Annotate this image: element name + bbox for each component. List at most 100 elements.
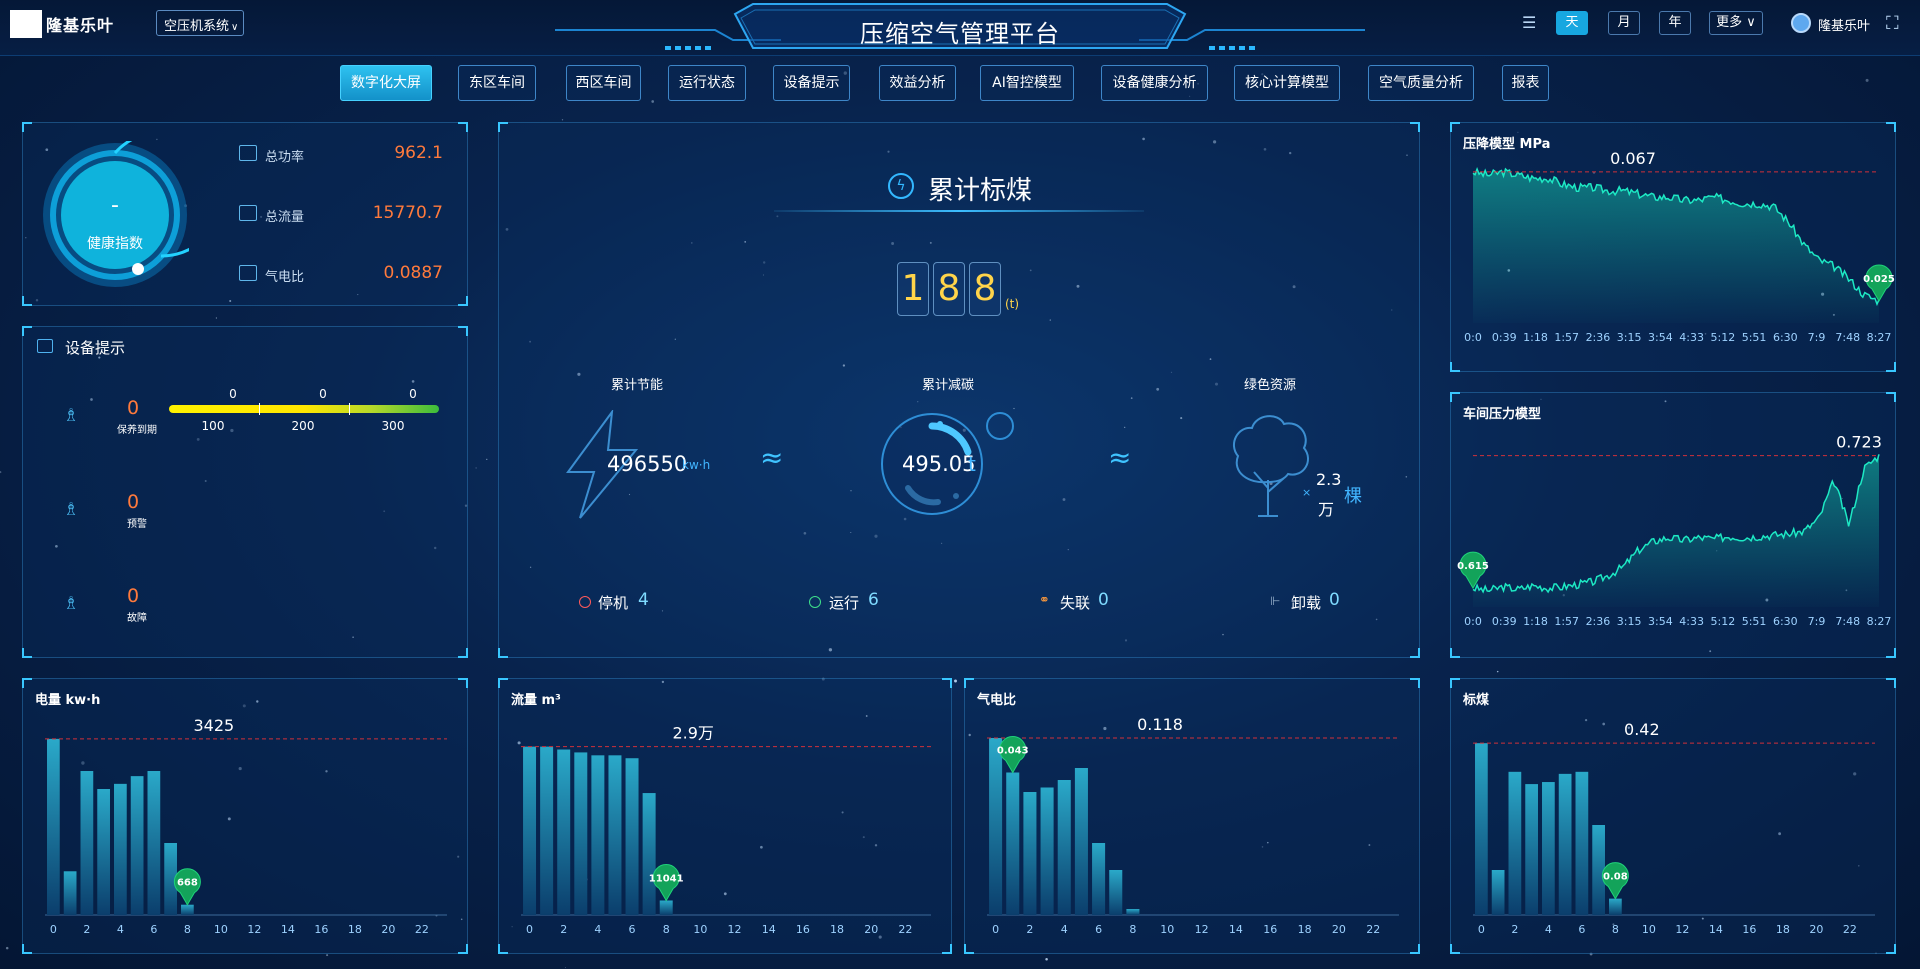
center-title: 累计标煤 xyxy=(928,176,1033,206)
status-run-value: 6 xyxy=(868,590,879,610)
x-tick-label: 2 xyxy=(1026,923,1033,936)
x-tick-label: 16 xyxy=(796,923,810,936)
coal-digit: 1 xyxy=(897,262,929,316)
nav-item[interactable]: 设备提示 xyxy=(773,65,850,101)
x-tick-label: 0:39 xyxy=(1492,615,1517,628)
x-tick-label: 22 xyxy=(1843,923,1857,936)
green-resource-unit: 棵 xyxy=(1344,486,1362,507)
system-select[interactable]: 空压机系统 ∨ xyxy=(156,10,244,36)
energy-icon: ϟ xyxy=(888,173,914,199)
x-tick-label: 7:48 xyxy=(1835,331,1860,344)
period-year-button[interactable]: 年 xyxy=(1659,11,1691,35)
x-tick-label: 8 xyxy=(1129,923,1136,936)
nav-item[interactable]: 运行状态 xyxy=(668,65,746,101)
scale-divider xyxy=(349,403,350,415)
x-tick-label: 22 xyxy=(1366,923,1380,936)
fault-label: 故障 xyxy=(127,613,147,624)
scale-divider xyxy=(259,403,260,415)
x-tick-label: 4 xyxy=(594,923,601,936)
bar xyxy=(1074,768,1088,915)
unload-icon: ⊩ xyxy=(1270,594,1281,608)
hint-title: 设备提示 xyxy=(65,339,126,357)
health-panel: - 健康指数 总功率 962.1 总流量 15770.7 气电比 0.0887 xyxy=(22,122,468,306)
bar xyxy=(1491,870,1505,915)
x-tick-label: 0:0 xyxy=(1464,331,1482,344)
kpi-value-flow: 15770.7 xyxy=(372,203,443,223)
stop-icon xyxy=(579,596,591,608)
x-tick-label: 4 xyxy=(1061,923,1068,936)
flow-panel: 流量 m³ 2.9万 0 2 4 6 8 10 12 14 16 18 20 22 11041 xyxy=(498,678,952,954)
x-tick-label: 4 xyxy=(117,923,124,936)
series-area xyxy=(1473,169,1879,323)
warning-count: 0 xyxy=(127,491,140,513)
bar xyxy=(608,755,622,915)
x-tick-label: 2 xyxy=(560,923,567,936)
max-value-label: 0.723 xyxy=(1836,433,1882,452)
maintenance-label: 保养到期 xyxy=(117,425,157,436)
bar xyxy=(1126,909,1140,915)
pressure-drop-chart: 0.067 0:0 0:39 1:18 1:57 2:36 3:15 3:54 4:33 5:12… xyxy=(1464,149,1895,344)
list-menu-icon[interactable]: ☰ xyxy=(1522,13,1536,32)
x-tick-label: 5:51 xyxy=(1742,615,1767,628)
x-tick-label: 1:18 xyxy=(1523,331,1548,344)
x-tick-label: 2 xyxy=(1511,923,1518,936)
fullscreen-icon[interactable]: ⛶ xyxy=(1886,13,1899,34)
x-tick-label: 3:54 xyxy=(1648,615,1673,628)
flow-icon xyxy=(239,205,257,221)
bar-pin-label: 0.043 xyxy=(997,746,1029,757)
nav-item[interactable]: AI智控模型 xyxy=(980,65,1074,101)
bar xyxy=(1475,743,1488,915)
nav-item[interactable]: 西区车间 xyxy=(566,65,641,101)
nav-item[interactable]: 核心计算模型 xyxy=(1234,65,1340,101)
x-tick-label: 18 xyxy=(1776,923,1790,936)
kpi-label-power: 总功率 xyxy=(265,150,305,165)
kpi-label-flow: 总流量 xyxy=(265,210,305,225)
bar xyxy=(97,789,110,915)
nav-item[interactable]: 效益分析 xyxy=(879,65,956,101)
pressure-drop-panel: 压降模型 MPa 0.067 0:0 0:39 1:18 1:57 2:36 3:15 3:5… xyxy=(1450,122,1896,372)
x-tick-label: 6 xyxy=(1578,923,1585,936)
period-day-button[interactable]: 天 xyxy=(1556,11,1588,35)
nav-item[interactable]: 空气质量分析 xyxy=(1368,65,1474,101)
user-avatar[interactable] xyxy=(1791,13,1811,33)
status-run-label: 运行 xyxy=(829,594,860,612)
status-unload-value: 0 xyxy=(1329,590,1340,610)
period-more-button[interactable]: 更多 ∨ xyxy=(1709,11,1763,35)
nav-item[interactable]: 数字化大屏 xyxy=(340,65,432,101)
ratio-icon xyxy=(239,265,257,281)
approx-symbol: ≈ xyxy=(760,441,784,474)
coal-digit: 8 xyxy=(969,262,1001,316)
x-tick-label: 12 xyxy=(247,923,261,936)
title-underline xyxy=(774,210,1144,212)
nav-item[interactable]: 报表 xyxy=(1502,65,1549,101)
bar xyxy=(591,755,605,915)
play-icon xyxy=(809,596,821,608)
x-tick-label: 1:57 xyxy=(1554,615,1579,628)
coal-digit: 8 xyxy=(933,262,965,316)
electricity-bar-chart: 3425 0 2 4 6 8 10 12 14 16 18 20 22 668 xyxy=(45,716,447,936)
x-tick-label: 6 xyxy=(1095,923,1102,936)
x-tick-label: 8 xyxy=(184,923,191,936)
x-tick-label: 12 xyxy=(728,923,742,936)
star xyxy=(561,119,564,121)
star xyxy=(954,679,957,683)
bar xyxy=(642,793,656,915)
x-tick-label: 0 xyxy=(992,923,999,936)
max-value-label: 0.067 xyxy=(1610,149,1656,168)
star xyxy=(475,467,477,469)
bar xyxy=(47,738,60,915)
nav-item[interactable]: 东区车间 xyxy=(458,65,536,101)
series-area xyxy=(1473,454,1879,607)
green-resource-value: 2.3 xyxy=(1316,470,1342,489)
user-name[interactable]: 隆基乐叶 xyxy=(1818,15,1870,34)
x-tick-label: 6 xyxy=(629,923,636,936)
max-value-label: 0.118 xyxy=(1137,715,1183,734)
carbon-reduction-value: 495.05 xyxy=(902,452,976,476)
x-tick-label: 18 xyxy=(348,923,362,936)
multiplier-symbol: × xyxy=(1302,486,1312,499)
period-month-button[interactable]: 月 xyxy=(1608,11,1640,35)
nav-item[interactable]: 设备健康分析 xyxy=(1101,65,1208,101)
x-tick-label: 10 xyxy=(693,923,707,936)
bar xyxy=(523,746,537,915)
max-value-label: 0.42 xyxy=(1624,720,1660,739)
